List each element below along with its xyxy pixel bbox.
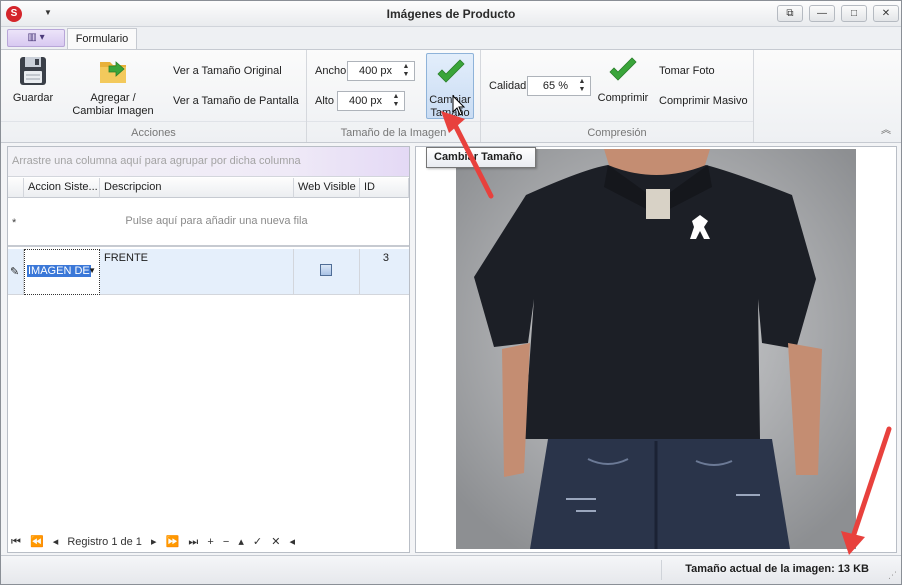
grid-panel: Arrastre una columna aquí para agrupar p… <box>7 146 410 553</box>
ancho-value: 400 px <box>358 65 392 77</box>
new-row-icon: * <box>12 217 17 229</box>
ribbon-group-acciones: Guardar Agregar / Cambiar Imagen Ver a T… <box>1 50 307 142</box>
column-header-accion[interactable]: Accion Siste... <box>24 178 100 198</box>
nav-remove-icon[interactable]: − <box>223 536 229 548</box>
image-size-status: Tamaño actual de la imagen: 13 KB <box>685 563 869 575</box>
agregar-label-1: Agregar / <box>90 92 136 104</box>
image-panel <box>415 146 897 553</box>
guardar-button[interactable]: Guardar <box>7 54 59 105</box>
guardar-label: Guardar <box>12 92 54 104</box>
ribbon: Guardar Agregar / Cambiar Imagen Ver a T… <box>1 49 901 143</box>
calidad-spin-arrows-icon[interactable]: ▲ ▼ <box>576 78 588 94</box>
cambiar-tamano-button[interactable]: Cambiar Tamaño <box>426 53 474 119</box>
web-visible-checkbox[interactable] <box>320 264 332 276</box>
product-image <box>456 149 856 549</box>
nav-prev-icon[interactable]: ◂ <box>53 536 59 548</box>
alto-spin-arrows-icon[interactable]: ▲ ▼ <box>390 93 402 109</box>
minimize-button[interactable]: — <box>809 5 835 22</box>
accion-cell-editor[interactable]: IMAGEN DE ▼ <box>24 249 100 295</box>
nav-up-icon[interactable]: ▴ <box>238 536 244 548</box>
ver-tamano-pantalla-button[interactable]: Ver a Tamaño de Pantalla <box>173 95 299 107</box>
comprimir-button[interactable]: Comprimir <box>595 54 651 105</box>
app-menu-button[interactable]: ▥ ▾ <box>7 29 65 47</box>
nav-cancel-icon[interactable]: ✕ <box>271 536 280 548</box>
nav-first-icon[interactable]: ⏮ <box>11 536 21 548</box>
calidad-label: Calidad <box>489 80 527 92</box>
id-cell: 3 <box>382 252 389 264</box>
nav-prev-page-icon[interactable]: ⏪ <box>30 536 44 548</box>
agregar-label-2: Cambiar Imagen <box>72 105 154 117</box>
tomar-foto-button[interactable]: Tomar Foto <box>659 65 715 77</box>
comprimir-masivo-button[interactable]: Comprimir Masivo <box>659 95 748 107</box>
ancho-label: Ancho <box>315 65 347 77</box>
nav-scroll-icon[interactable]: ◂ <box>289 536 295 548</box>
dropdown-arrow-icon[interactable]: ▼ <box>88 266 96 275</box>
checkmark-icon <box>437 59 465 83</box>
cambiar-tamano-label-2: Tamaño <box>430 107 470 119</box>
data-navigator: ⏮ ⏪ ◂ Registro 1 de 1 ▸ ⏩ ⏭ + − ▴ ✓ ✕ ◂ <box>8 532 409 552</box>
agregar-imagen-button[interactable]: Agregar / Cambiar Imagen <box>67 54 159 118</box>
web-visible-cell[interactable] <box>294 249 360 295</box>
alto-value: 400 px <box>348 95 382 107</box>
accion-selected-text[interactable]: IMAGEN DE <box>27 265 91 277</box>
column-header-descripcion[interactable]: Descripcion <box>100 178 294 198</box>
nav-save-icon[interactable]: ✓ <box>253 536 262 548</box>
folder-add-image-icon <box>100 61 126 83</box>
close-button[interactable]: ✕ <box>873 5 899 22</box>
row-indicator-header <box>8 178 24 198</box>
new-row-text: Pulse aquí para añadir una nueva fila <box>125 215 308 227</box>
checkmark-icon <box>609 57 637 81</box>
alto-label: Alto <box>315 95 334 107</box>
column-header-id[interactable]: ID <box>360 178 409 198</box>
descripcion-cell[interactable]: FRENTE <box>100 249 294 295</box>
window-title: Imágenes de Producto <box>386 7 516 21</box>
acciones-group-label: Acciones <box>131 127 176 139</box>
compresion-group-label: Compresión <box>587 127 647 139</box>
edit-pencil-icon: ✎ <box>10 266 20 278</box>
nav-next-page-icon[interactable]: ⏩ <box>166 536 180 548</box>
ancho-spin-arrows-icon[interactable]: ▲ ▼ <box>400 63 412 79</box>
resize-grip-icon[interactable]: ⋰ <box>888 570 897 581</box>
nav-add-icon[interactable]: + <box>207 536 213 548</box>
nav-next-icon[interactable]: ▸ <box>151 536 157 548</box>
cambiar-tamano-label-1: Cambiar <box>429 94 471 106</box>
ver-tamano-original-button[interactable]: Ver a Tamaño Original <box>173 65 282 77</box>
ribbon-group-compresion: Calidad 65 % ▲ ▼ Comprimir Tomar Foto Com… <box>481 50 754 142</box>
status-bar: Tamaño actual de la imagen: 13 KB ⋰ <box>1 555 901 584</box>
restore-button[interactable]: ⧉ <box>777 5 803 22</box>
floppy-disk-icon <box>20 57 46 85</box>
nav-record-text: Registro 1 de 1 <box>67 536 142 548</box>
group-by-panel[interactable]: Arrastre una columna aquí para agrupar p… <box>8 147 409 177</box>
alto-spinner[interactable]: 400 px ▲ ▼ <box>337 91 405 111</box>
ancho-spinner[interactable]: 400 px ▲ ▼ <box>347 61 415 81</box>
comprimir-label: Comprimir <box>597 92 649 104</box>
column-header-web-visible[interactable]: Web Visible <box>294 178 360 198</box>
collapse-ribbon-icon[interactable]: ︽ <box>881 121 891 136</box>
tab-formulario[interactable]: Formulario <box>67 28 137 50</box>
new-item-row[interactable]: * Pulse aquí para añadir una nueva fila <box>8 199 409 247</box>
tooltip: Cambiar Tamaño <box>426 147 536 168</box>
tamano-group-label: Tamaño de la Imagen <box>340 127 447 139</box>
title-bar: S ▼ Imágenes de Producto ⧉ — □ ✕ <box>1 1 901 27</box>
nav-last-icon[interactable]: ⏭ <box>188 536 198 548</box>
table-row[interactable]: ✎ IMAGEN DE ▼ FRENTE 3 <box>8 249 409 295</box>
maximize-button[interactable]: □ <box>841 5 867 22</box>
window: S ▼ Imágenes de Producto ⧉ — □ ✕ ▥ ▾ For… <box>0 0 902 585</box>
calidad-value: 65 % <box>542 80 568 92</box>
calidad-spinner[interactable]: 65 % ▲ ▼ <box>527 76 591 96</box>
